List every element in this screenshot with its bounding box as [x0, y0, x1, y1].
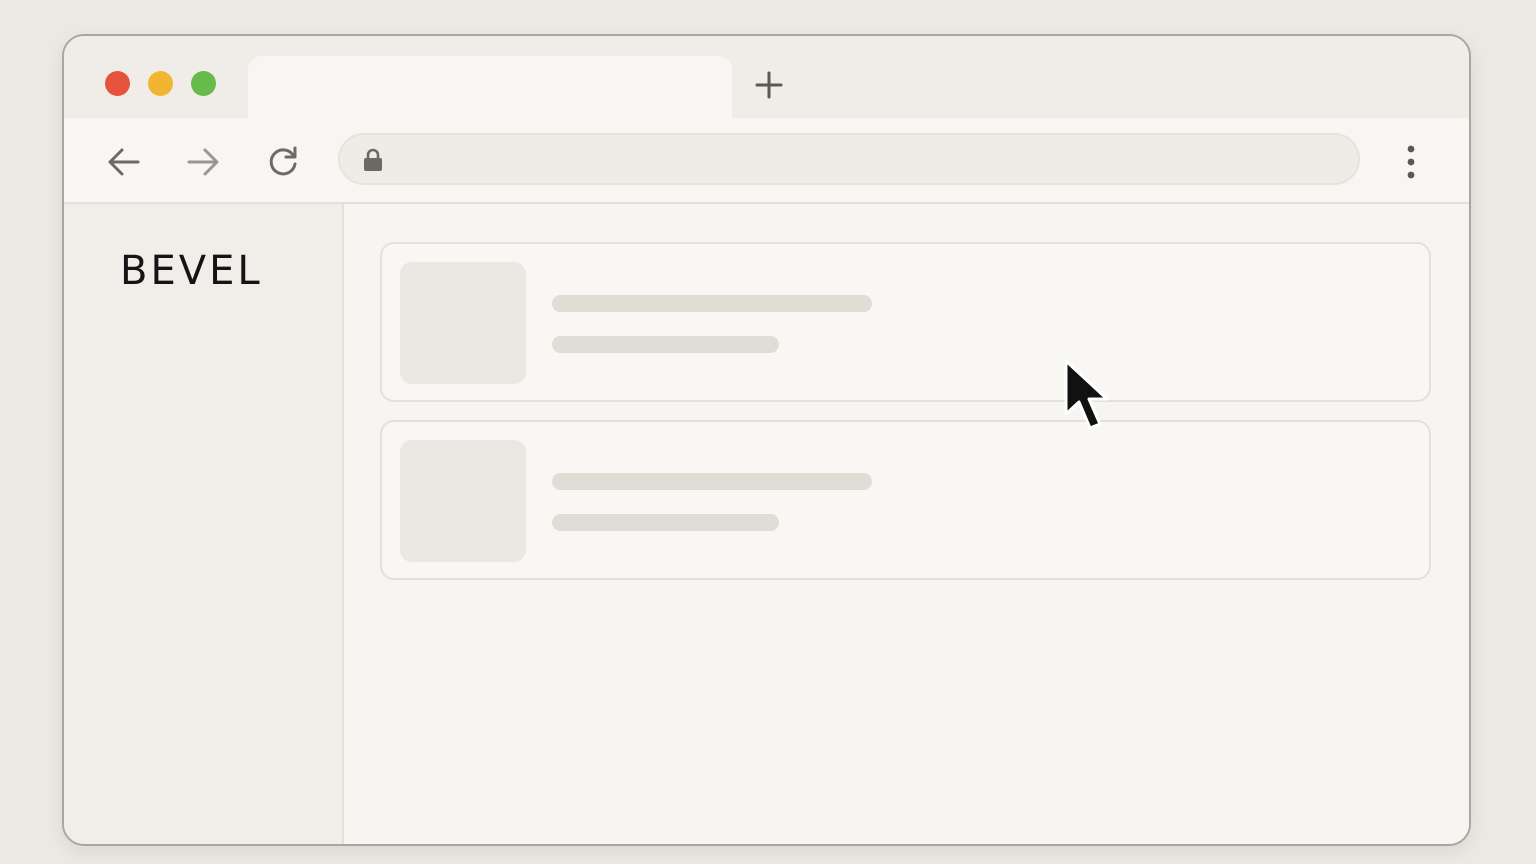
maximize-window-button[interactable] [191, 71, 216, 96]
mouse-cursor-icon [1064, 359, 1109, 430]
subtitle-placeholder [552, 336, 779, 353]
plus-icon [755, 71, 783, 99]
main-content [344, 204, 1469, 844]
browser-menu-button[interactable] [1393, 140, 1429, 184]
thumbnail-placeholder [400, 262, 526, 384]
title-placeholder [552, 473, 872, 490]
address-bar[interactable] [338, 133, 1360, 185]
list-card[interactable] [380, 420, 1431, 580]
arrow-left-icon [108, 148, 140, 176]
reload-icon [269, 146, 297, 176]
reload-button[interactable] [263, 142, 303, 182]
tab-bar [64, 36, 1469, 120]
kebab-menu-icon [1407, 145, 1415, 179]
list-card[interactable] [380, 242, 1431, 402]
lock-icon [362, 148, 384, 172]
title-placeholder [552, 295, 872, 312]
back-button[interactable] [104, 142, 144, 182]
browser-window: BEVEL [62, 34, 1471, 846]
thumbnail-placeholder [400, 440, 526, 562]
active-tab[interactable] [248, 56, 732, 120]
arrow-right-icon [187, 148, 219, 176]
subtitle-placeholder [552, 514, 779, 531]
app-logo[interactable]: BEVEL [120, 248, 263, 294]
close-window-button[interactable] [105, 71, 130, 96]
browser-toolbar [64, 118, 1469, 204]
new-tab-button[interactable] [746, 62, 792, 108]
minimize-window-button[interactable] [148, 71, 173, 96]
sidebar: BEVEL [64, 204, 344, 844]
forward-button[interactable] [183, 142, 223, 182]
